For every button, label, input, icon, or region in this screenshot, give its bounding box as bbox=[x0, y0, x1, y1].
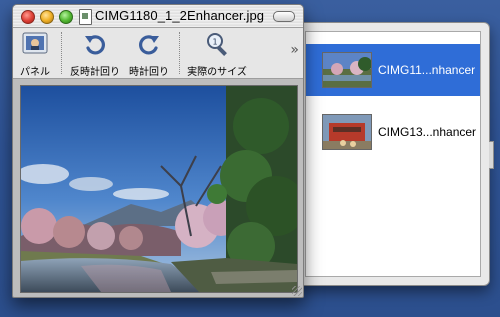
drawer-resize-handle[interactable] bbox=[489, 141, 494, 169]
thumbnail-item-2[interactable]: CIMG13...nhancer bbox=[306, 106, 480, 158]
thumbnail-item-1[interactable]: CIMG11...nhancer bbox=[306, 44, 480, 96]
image-canvas[interactable] bbox=[20, 85, 298, 293]
thumbnail-list: CIMG11...nhancer CIMG13...nhancer bbox=[305, 31, 481, 277]
close-button[interactable] bbox=[21, 10, 35, 24]
image-viewer-window: CIMG1180_1_2Enhancer.jpg パネル 反時計回り 時計回り … bbox=[12, 4, 304, 298]
svg-text:1: 1 bbox=[212, 38, 217, 47]
thumbnail-image-1 bbox=[322, 52, 372, 88]
minimize-button[interactable] bbox=[40, 10, 54, 24]
document-proxy-icon[interactable] bbox=[79, 9, 92, 25]
actual-size-button[interactable]: 1 実際のサイズ bbox=[185, 30, 249, 78]
thumbnail-drawer: CIMG11...nhancer CIMG13...nhancer bbox=[296, 22, 494, 286]
window-resize-grip[interactable] bbox=[292, 286, 302, 296]
toolbar-separator bbox=[61, 32, 62, 74]
rotate-right-button[interactable]: 時計回り bbox=[125, 30, 173, 78]
photo-image bbox=[21, 86, 297, 292]
toolbar: パネル 反時計回り 時計回り 1 実際のサイズ » bbox=[13, 28, 303, 79]
zoom-button[interactable] bbox=[59, 10, 73, 24]
window-title: CIMG1180_1_2Enhancer.jpg bbox=[95, 8, 265, 23]
actual-size-label: 実際のサイズ bbox=[187, 67, 247, 78]
toolbar-separator bbox=[179, 32, 180, 74]
toolbar-toggle-button[interactable] bbox=[273, 11, 295, 22]
rotate-right-label: 時計回り bbox=[129, 67, 169, 78]
thumbnail-image-2 bbox=[322, 114, 372, 150]
title-bar[interactable]: CIMG1180_1_2Enhancer.jpg bbox=[13, 5, 303, 28]
magnifier-icon: 1 bbox=[185, 30, 249, 60]
panel-icon bbox=[17, 30, 53, 60]
panel-button[interactable]: パネル bbox=[17, 30, 53, 78]
rotate-left-button[interactable]: 反時計回り bbox=[67, 30, 123, 78]
thumbnail-label-1: CIMG11...nhancer bbox=[378, 63, 476, 77]
rotate-counterclockwise-icon bbox=[67, 30, 123, 60]
rotate-clockwise-icon bbox=[125, 30, 173, 60]
toolbar-overflow-button[interactable]: » bbox=[290, 42, 299, 58]
thumbnail-label-2: CIMG13...nhancer bbox=[378, 125, 477, 139]
rotate-left-label: 反時計回り bbox=[70, 67, 120, 78]
panel-label: パネル bbox=[20, 67, 50, 78]
